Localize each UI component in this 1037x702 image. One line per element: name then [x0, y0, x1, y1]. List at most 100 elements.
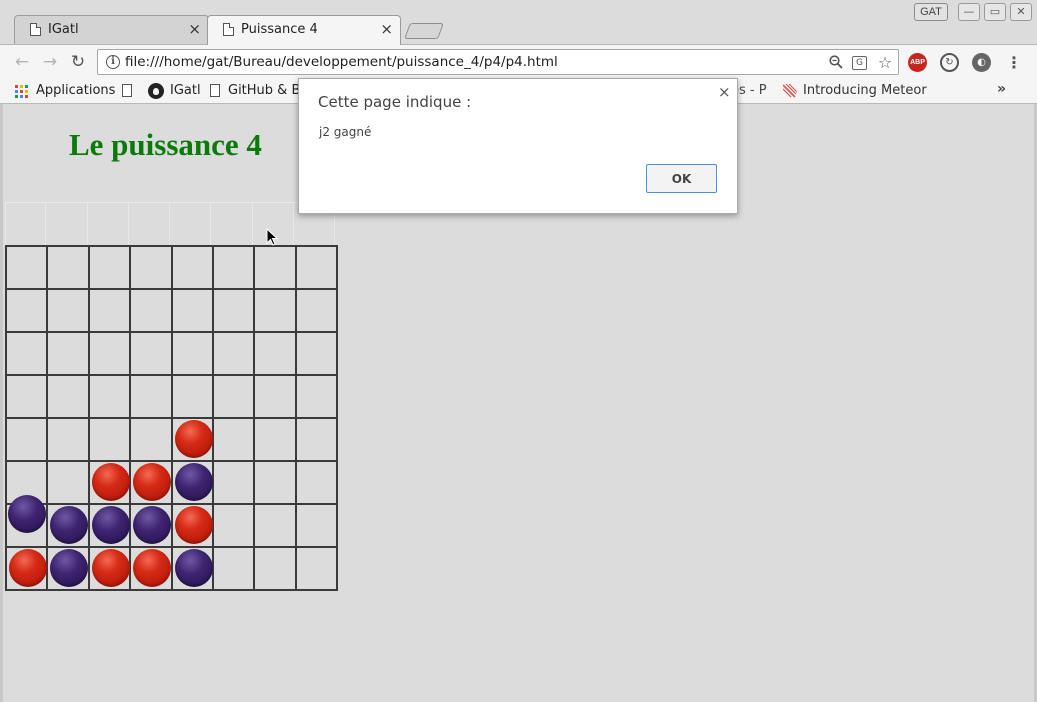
board-cell[interactable]	[254, 332, 296, 375]
board-cell[interactable]	[254, 504, 296, 547]
board-cell[interactable]	[171, 504, 213, 547]
board-cell[interactable]	[295, 418, 337, 461]
board-cell[interactable]	[130, 246, 172, 289]
board-cell[interactable]	[130, 375, 172, 418]
back-arrow-icon[interactable]: ←	[12, 52, 32, 72]
dialog-message: j2 gagné	[319, 125, 372, 139]
board-cell[interactable]	[295, 547, 337, 590]
tab-close-icon[interactable]: ×	[380, 20, 393, 38]
board-cell[interactable]	[295, 246, 337, 289]
board-cell[interactable]	[88, 289, 131, 332]
apps-grid-dot	[20, 95, 23, 98]
profile-button[interactable]: GAT	[914, 3, 948, 21]
board-cell[interactable]	[212, 418, 255, 461]
maximize-button[interactable]: ▭	[984, 3, 1006, 21]
board-cell[interactable]	[171, 461, 213, 504]
board-cell[interactable]	[171, 547, 213, 590]
board-cell[interactable]	[130, 418, 172, 461]
column-drop-zone[interactable]	[129, 203, 171, 246]
board-cell[interactable]	[47, 246, 89, 289]
ok-button[interactable]: OK	[646, 164, 717, 193]
tab-puissance-4[interactable]: Puissance 4 ×	[207, 15, 401, 45]
extension-icon[interactable]: ◐	[972, 53, 991, 72]
board-cell[interactable]	[47, 547, 89, 590]
board-cell[interactable]	[171, 375, 213, 418]
new-tab-button[interactable]	[404, 23, 444, 39]
bookmark-star-icon[interactable]: ☆	[877, 55, 893, 71]
board-cell[interactable]	[212, 246, 255, 289]
purple-token	[174, 463, 213, 501]
board-cell[interactable]	[88, 246, 131, 289]
bookmark-page[interactable]	[122, 82, 136, 100]
board-cell[interactable]	[47, 332, 89, 375]
more-bookmarks-chevron-icon[interactable]: »	[997, 81, 1006, 97]
board-cell[interactable]	[6, 418, 48, 461]
board-cell[interactable]	[212, 289, 255, 332]
board-cell[interactable]	[6, 495, 48, 547]
sync-icon[interactable]: ↻	[940, 53, 959, 72]
zoom-icon[interactable]	[828, 55, 844, 71]
reload-icon[interactable]: ↻	[68, 52, 88, 72]
board-cell[interactable]	[254, 547, 296, 590]
tab-igatl[interactable]: IGatl ×	[14, 15, 209, 45]
board-cell[interactable]	[295, 375, 337, 418]
board-cell[interactable]	[6, 547, 48, 590]
board-cell[interactable]	[47, 461, 89, 504]
board-cell[interactable]	[6, 289, 48, 332]
info-icon[interactable]: i	[106, 55, 120, 69]
board-cell[interactable]	[254, 246, 296, 289]
board-cell[interactable]	[130, 289, 172, 332]
close-window-button[interactable]: ✕	[1010, 3, 1032, 21]
board-cell[interactable]	[88, 332, 131, 375]
adblock-icon[interactable]: ABP	[908, 53, 927, 72]
board-cell[interactable]	[88, 461, 131, 504]
board-cell[interactable]	[47, 375, 89, 418]
board-cell[interactable]	[47, 289, 89, 332]
translate-icon[interactable]: G	[852, 56, 867, 70]
board-cell[interactable]	[295, 461, 337, 504]
board-cell[interactable]	[6, 375, 48, 418]
board-cell[interactable]	[171, 289, 213, 332]
column-drop-zone[interactable]	[5, 203, 47, 246]
board-cell[interactable]	[212, 547, 255, 590]
forward-arrow-icon[interactable]: →	[40, 52, 60, 72]
url-text[interactable]: file:///home/gat/Bureau/developpement/pu…	[125, 54, 558, 70]
tab-close-icon[interactable]: ×	[188, 20, 201, 38]
board-cell[interactable]	[130, 547, 172, 590]
column-drop-zone[interactable]	[211, 203, 253, 246]
column-drop-zone[interactable]	[88, 203, 129, 246]
board-cell[interactable]	[254, 461, 296, 504]
board-cell[interactable]	[254, 289, 296, 332]
dialog-close-icon[interactable]: ×	[718, 83, 731, 101]
board-cell[interactable]	[130, 504, 172, 547]
minimize-button[interactable]: —	[958, 3, 980, 21]
board-cell[interactable]	[212, 375, 255, 418]
board-cell[interactable]	[295, 504, 337, 547]
board-cell[interactable]	[295, 289, 337, 332]
board-cell[interactable]	[212, 461, 255, 504]
board-cell[interactable]	[88, 547, 131, 590]
game-board	[5, 245, 338, 591]
board-cell[interactable]	[212, 332, 255, 375]
board-cell[interactable]	[171, 332, 213, 375]
column-drop-zone[interactable]	[46, 203, 88, 246]
board-cell[interactable]	[88, 418, 131, 461]
board-cell[interactable]	[254, 418, 296, 461]
board-cell[interactable]	[47, 418, 89, 461]
board-cell[interactable]	[88, 375, 131, 418]
board-cell[interactable]	[6, 332, 48, 375]
board-cell[interactable]	[295, 332, 337, 375]
board-cell[interactable]	[254, 375, 296, 418]
board-cell[interactable]	[130, 461, 172, 504]
board-cell[interactable]	[171, 418, 213, 461]
address-bar[interactable]: i file:///home/gat/Bureau/developpement/…	[97, 49, 899, 75]
purple-token	[8, 495, 46, 533]
board-cell[interactable]	[88, 504, 131, 547]
board-cell[interactable]	[171, 246, 213, 289]
column-drop-zone[interactable]	[170, 203, 212, 246]
board-cell[interactable]	[47, 504, 89, 547]
board-cell[interactable]	[130, 332, 172, 375]
board-cell[interactable]	[6, 246, 48, 289]
menu-icon[interactable]: ⋮	[1006, 53, 1022, 73]
board-cell[interactable]	[212, 504, 255, 547]
